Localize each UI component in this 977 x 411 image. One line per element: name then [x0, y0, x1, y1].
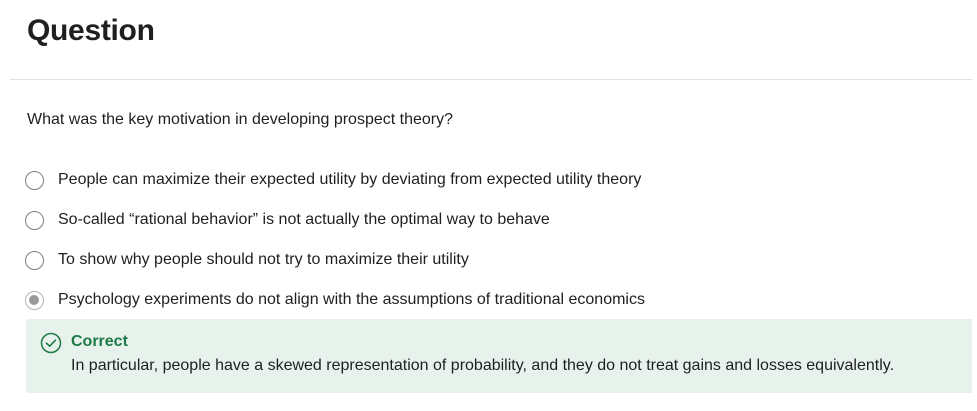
feedback-status: Correct [71, 333, 128, 350]
radio-button[interactable] [25, 250, 44, 270]
check-circle-icon [40, 332, 62, 354]
option-label: To show why people should not try to max… [58, 251, 469, 268]
option-3[interactable]: To show why people should not try to max… [24, 240, 964, 280]
option-2[interactable]: So-called “rational behavior” is not act… [24, 200, 964, 240]
option-label: People can maximize their expected utili… [58, 171, 642, 188]
option-1[interactable]: People can maximize their expected utili… [24, 160, 964, 200]
page-title: Question [27, 14, 155, 47]
answer-options: People can maximize their expected utili… [24, 160, 964, 320]
option-label: So-called “rational behavior” is not act… [58, 211, 550, 228]
divider [10, 79, 972, 80]
radio-button-selected[interactable] [25, 290, 44, 310]
radio-button[interactable] [25, 210, 44, 230]
feedback-panel: Correct In particular, people have a ske… [26, 319, 972, 393]
option-4[interactable]: Psychology experiments do not align with… [24, 280, 964, 320]
radio-button[interactable] [25, 170, 44, 190]
question-prompt: What was the key motivation in developin… [27, 111, 454, 128]
feedback-explanation: In particular, people have a skewed repr… [71, 357, 895, 374]
option-label: Psychology experiments do not align with… [58, 291, 645, 308]
